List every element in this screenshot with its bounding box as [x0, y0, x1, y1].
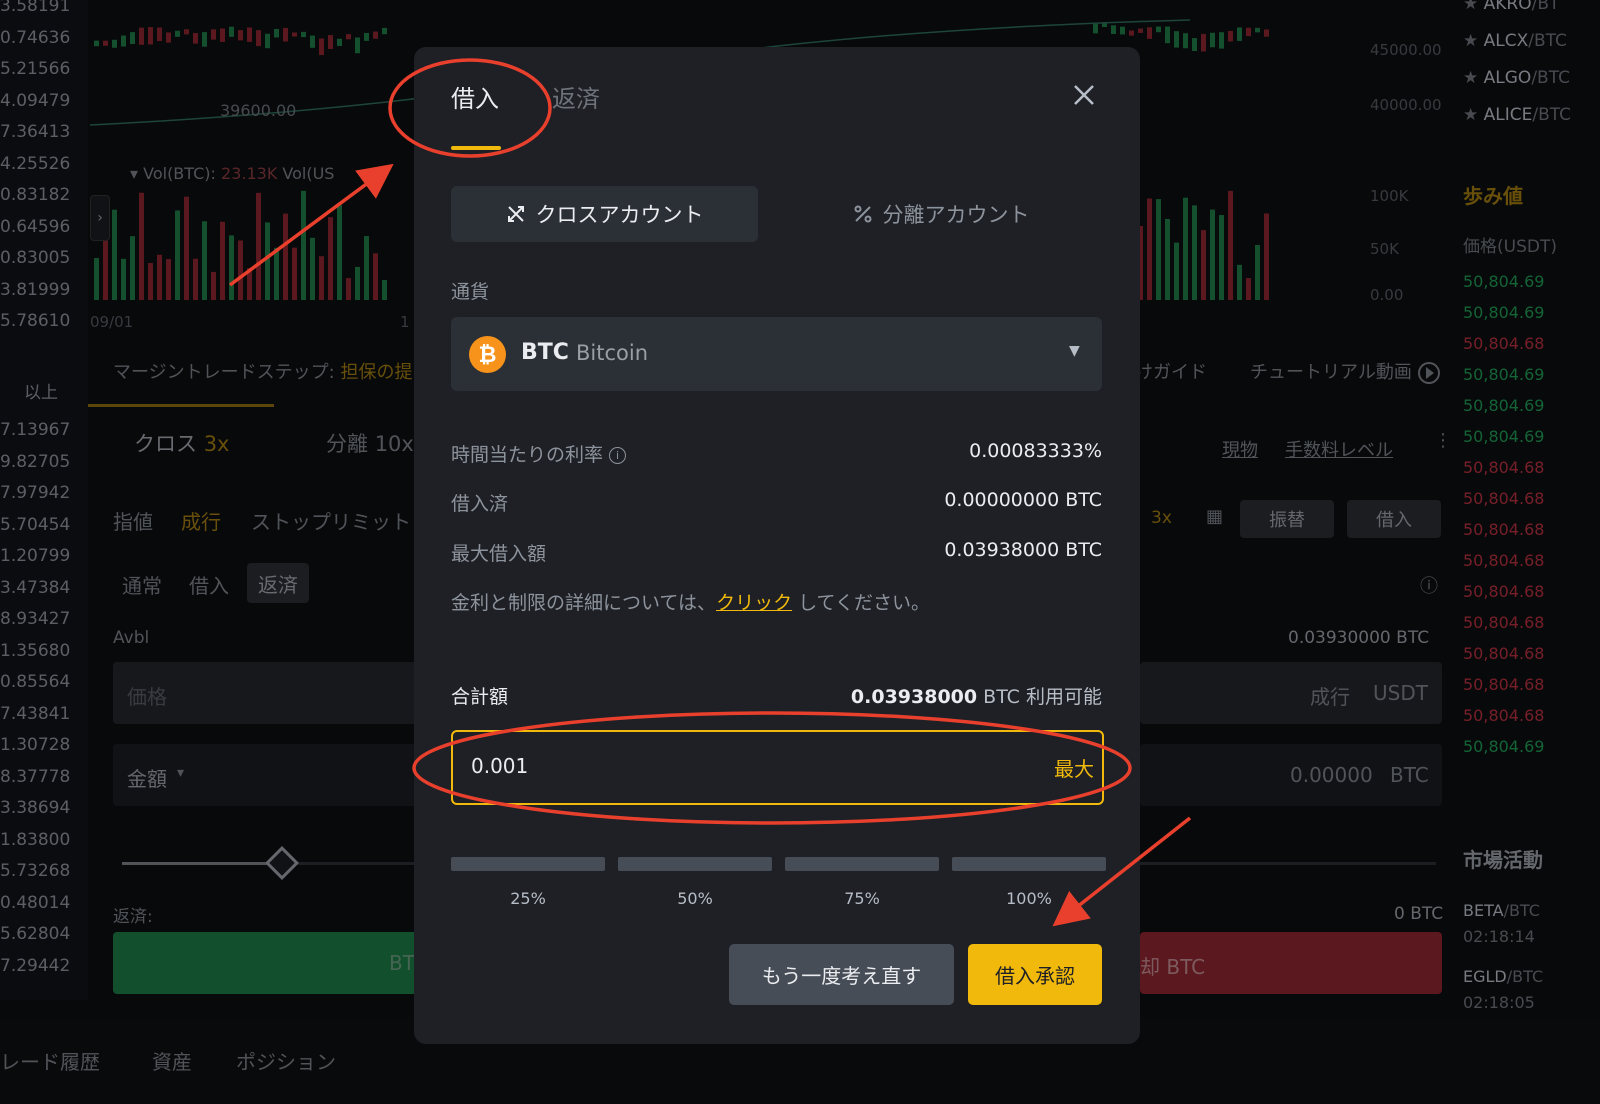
chevron-down-icon: ▼	[1069, 343, 1080, 359]
pct-100-bar[interactable]	[952, 857, 1106, 871]
borrowed-value: 0.00000000 BTC	[944, 489, 1102, 511]
currency-name: Bitcoin	[576, 341, 649, 365]
active-tab-indicator	[451, 146, 501, 150]
pct-25-label: 25%	[510, 889, 546, 908]
rate-details-note: 金利と制限の詳細については、クリック してください。	[451, 592, 930, 614]
pct-50-label: 50%	[677, 889, 713, 908]
pct-75-bar[interactable]	[785, 857, 939, 871]
confirm-borrow-button[interactable]: 借入承認	[968, 944, 1102, 1005]
currency-label: 通貨	[451, 281, 490, 303]
percent-icon	[854, 205, 871, 223]
borrow-amount-value: 0.001	[471, 754, 529, 778]
max-borrow-label: 最大借入額	[451, 543, 547, 565]
pct-100-label: 100%	[1006, 889, 1052, 908]
currency-select[interactable]: ₿ BTC Bitcoin ▼	[451, 317, 1102, 391]
borrowed-label: 借入済	[451, 493, 509, 515]
currency-symbol: BTC	[521, 340, 569, 365]
reconsider-button[interactable]: もう一度考え直す	[729, 944, 954, 1005]
hourly-rate-value: 0.00083333%	[969, 440, 1102, 462]
details-link[interactable]: クリック	[716, 592, 792, 614]
total-label: 合計額	[451, 686, 509, 708]
pct-25-bar[interactable]	[451, 857, 605, 871]
borrow-dialog: 借入 返済 クロスアカウント 分離アカウント 通貨 ₿ BTC Bitcoin …	[414, 47, 1140, 1044]
max-button[interactable]: 最大	[1054, 753, 1094, 782]
close-icon[interactable]	[1072, 83, 1096, 107]
tab-repay[interactable]: 返済	[552, 79, 600, 114]
max-borrow-value: 0.03938000 BTC	[944, 539, 1102, 561]
tab-borrow[interactable]: 借入	[451, 79, 499, 114]
borrow-amount-input[interactable]: 0.001 最大	[451, 730, 1104, 805]
available-amount: 0.03938000 BTC 利用可能	[850, 686, 1102, 708]
hourly-rate-label: 時間当たりの利率 i	[451, 440, 627, 467]
cross-account-button[interactable]: クロスアカウント	[451, 186, 758, 242]
bitcoin-icon: ₿	[469, 336, 506, 373]
isolated-account-button[interactable]: 分離アカウント	[776, 186, 1106, 242]
cross-arrows-icon	[507, 206, 524, 222]
pct-50-bar[interactable]	[618, 857, 772, 871]
info-icon[interactable]: i	[609, 447, 627, 464]
pct-75-label: 75%	[844, 889, 880, 908]
